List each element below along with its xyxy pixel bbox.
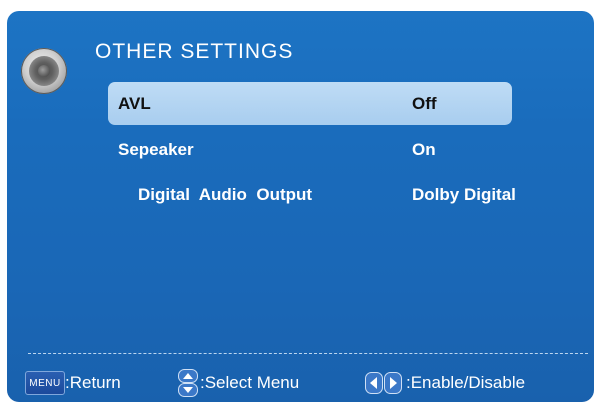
other-settings-panel: OTHER SETTINGS AVL Off Sepeaker On Digit… <box>7 11 594 402</box>
menu-item-speaker[interactable]: Sepeaker On <box>108 128 512 171</box>
menu-key-icon: MENU <box>25 371 65 395</box>
menu-item-avl[interactable]: AVL Off <box>108 82 512 125</box>
menu-item-label: Digital Audio Output <box>138 185 313 204</box>
speaker-cone <box>38 65 50 77</box>
menu-title: OTHER SETTINGS <box>95 40 294 63</box>
footer-return-hint: MENU :Return <box>25 369 121 397</box>
footer-divider <box>28 353 588 354</box>
return-hint-label: :Return <box>65 373 121 392</box>
up-down-key-icon <box>178 369 198 397</box>
menu-item-value: On <box>412 140 436 159</box>
menu-item-value: Off <box>412 94 437 113</box>
footer-enable-hint: :Enable/Disable <box>365 369 525 397</box>
left-right-key-icon <box>365 372 402 394</box>
menu-item-digital-audio-output[interactable]: Digital Audio Output Dolby Digital <box>108 173 516 216</box>
menu-item-label: Sepeaker <box>118 140 194 159</box>
select-hint-label: :Select Menu <box>200 373 300 392</box>
speaker-icon <box>21 48 67 94</box>
footer-select-hint: :Select Menu <box>178 369 299 397</box>
menu-item-label: AVL <box>118 94 151 113</box>
menu-item-value: Dolby Digital <box>412 185 516 204</box>
footer-help-bar: MENU :Return :Select Menu :Enable/Disabl… <box>25 369 590 397</box>
enable-hint-label: :Enable/Disable <box>406 373 526 392</box>
